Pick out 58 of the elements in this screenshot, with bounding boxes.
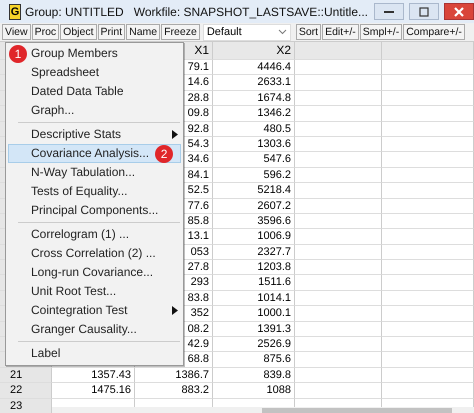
menu-item[interactable]: Dated Data Table xyxy=(31,83,124,100)
table-cell: 3596.6 xyxy=(213,214,295,230)
menu-item[interactable]: Graph... xyxy=(31,102,74,119)
table-cell: 1674.8 xyxy=(213,90,295,106)
toolbar-button[interactable]: Edit+/- xyxy=(322,24,359,40)
table-cell: 1475.16 xyxy=(52,383,135,399)
step-badge: 2 xyxy=(155,144,174,162)
table-cell: 2526.9 xyxy=(213,337,295,352)
table-cell: 1386.7 xyxy=(135,368,213,384)
table-cell: 2633.1 xyxy=(213,75,295,91)
menu-item[interactable]: Correlogram (1) ... xyxy=(31,226,130,243)
table-cell: 4446.4 xyxy=(213,60,295,76)
table-cell: 1000.1 xyxy=(213,306,295,322)
table-cell: 5218.4 xyxy=(213,183,295,199)
menu-item[interactable]: Unit Root Test... xyxy=(31,283,116,300)
toolbar-button[interactable]: Print xyxy=(98,24,126,40)
table-cell: 1088 xyxy=(213,383,295,399)
menu-item[interactable]: Cointegration Test xyxy=(31,302,128,319)
table-cell: 547.6 xyxy=(213,152,295,168)
table-cell: 1203.8 xyxy=(213,260,295,276)
menu-item[interactable]: Label xyxy=(31,345,60,362)
table-cell: 1346.2 xyxy=(213,106,295,122)
column-header: X2 xyxy=(213,42,295,60)
menu-item[interactable]: Granger Causality... xyxy=(31,321,137,338)
table-cell: 883.2 xyxy=(135,383,213,399)
view-dropdown[interactable]: Default xyxy=(202,24,291,40)
table-cell: 1357.43 xyxy=(52,368,135,384)
table-cell: 1391.3 xyxy=(213,322,295,338)
toolbar-button[interactable]: Name xyxy=(126,24,160,40)
table-cell: 1006.9 xyxy=(213,229,295,245)
row-header: 22 xyxy=(0,383,52,399)
toolbar-button[interactable]: Freeze xyxy=(161,24,200,40)
menu-item[interactable]: Group Members xyxy=(31,45,118,62)
step-badge: 1 xyxy=(9,44,27,62)
toolbar-button[interactable]: Sort xyxy=(296,24,322,40)
toolbar-button[interactable]: Object xyxy=(60,24,97,40)
menu-item[interactable]: N-Way Tabulation... xyxy=(31,164,136,181)
table-cell: 1511.6 xyxy=(213,275,295,291)
table-cell: 596.2 xyxy=(213,168,295,184)
table-cell: 875.6 xyxy=(213,352,295,368)
table-cell: 1014.1 xyxy=(213,290,295,306)
toolbar-button[interactable]: Compare+/- xyxy=(403,24,465,40)
toolbar-button[interactable]: Proc xyxy=(32,24,60,40)
app-icon: G xyxy=(9,4,21,20)
table-cell: 839.8 xyxy=(213,368,295,384)
row-header: 21 xyxy=(0,368,52,384)
menu-item[interactable]: Spreadsheet xyxy=(31,64,100,81)
table-cell: 1303.6 xyxy=(213,136,295,152)
toolbar-button[interactable]: Smpl+/- xyxy=(360,24,402,40)
toolbar-button[interactable]: View xyxy=(2,24,31,40)
workfile-title: Workfile: SNAPSHOT_LASTSAVE::Untitle... xyxy=(134,4,368,18)
table-cell: 480.5 xyxy=(213,122,295,137)
table-cell: 2327.7 xyxy=(213,244,295,260)
window-title: Group: UNTITLED xyxy=(25,4,124,18)
row-header: 23 xyxy=(0,398,52,413)
menu-item[interactable]: Descriptive Stats xyxy=(31,126,122,143)
table-cell: 2607.2 xyxy=(213,198,295,214)
menu-item[interactable]: Tests of Equality... xyxy=(31,183,128,200)
